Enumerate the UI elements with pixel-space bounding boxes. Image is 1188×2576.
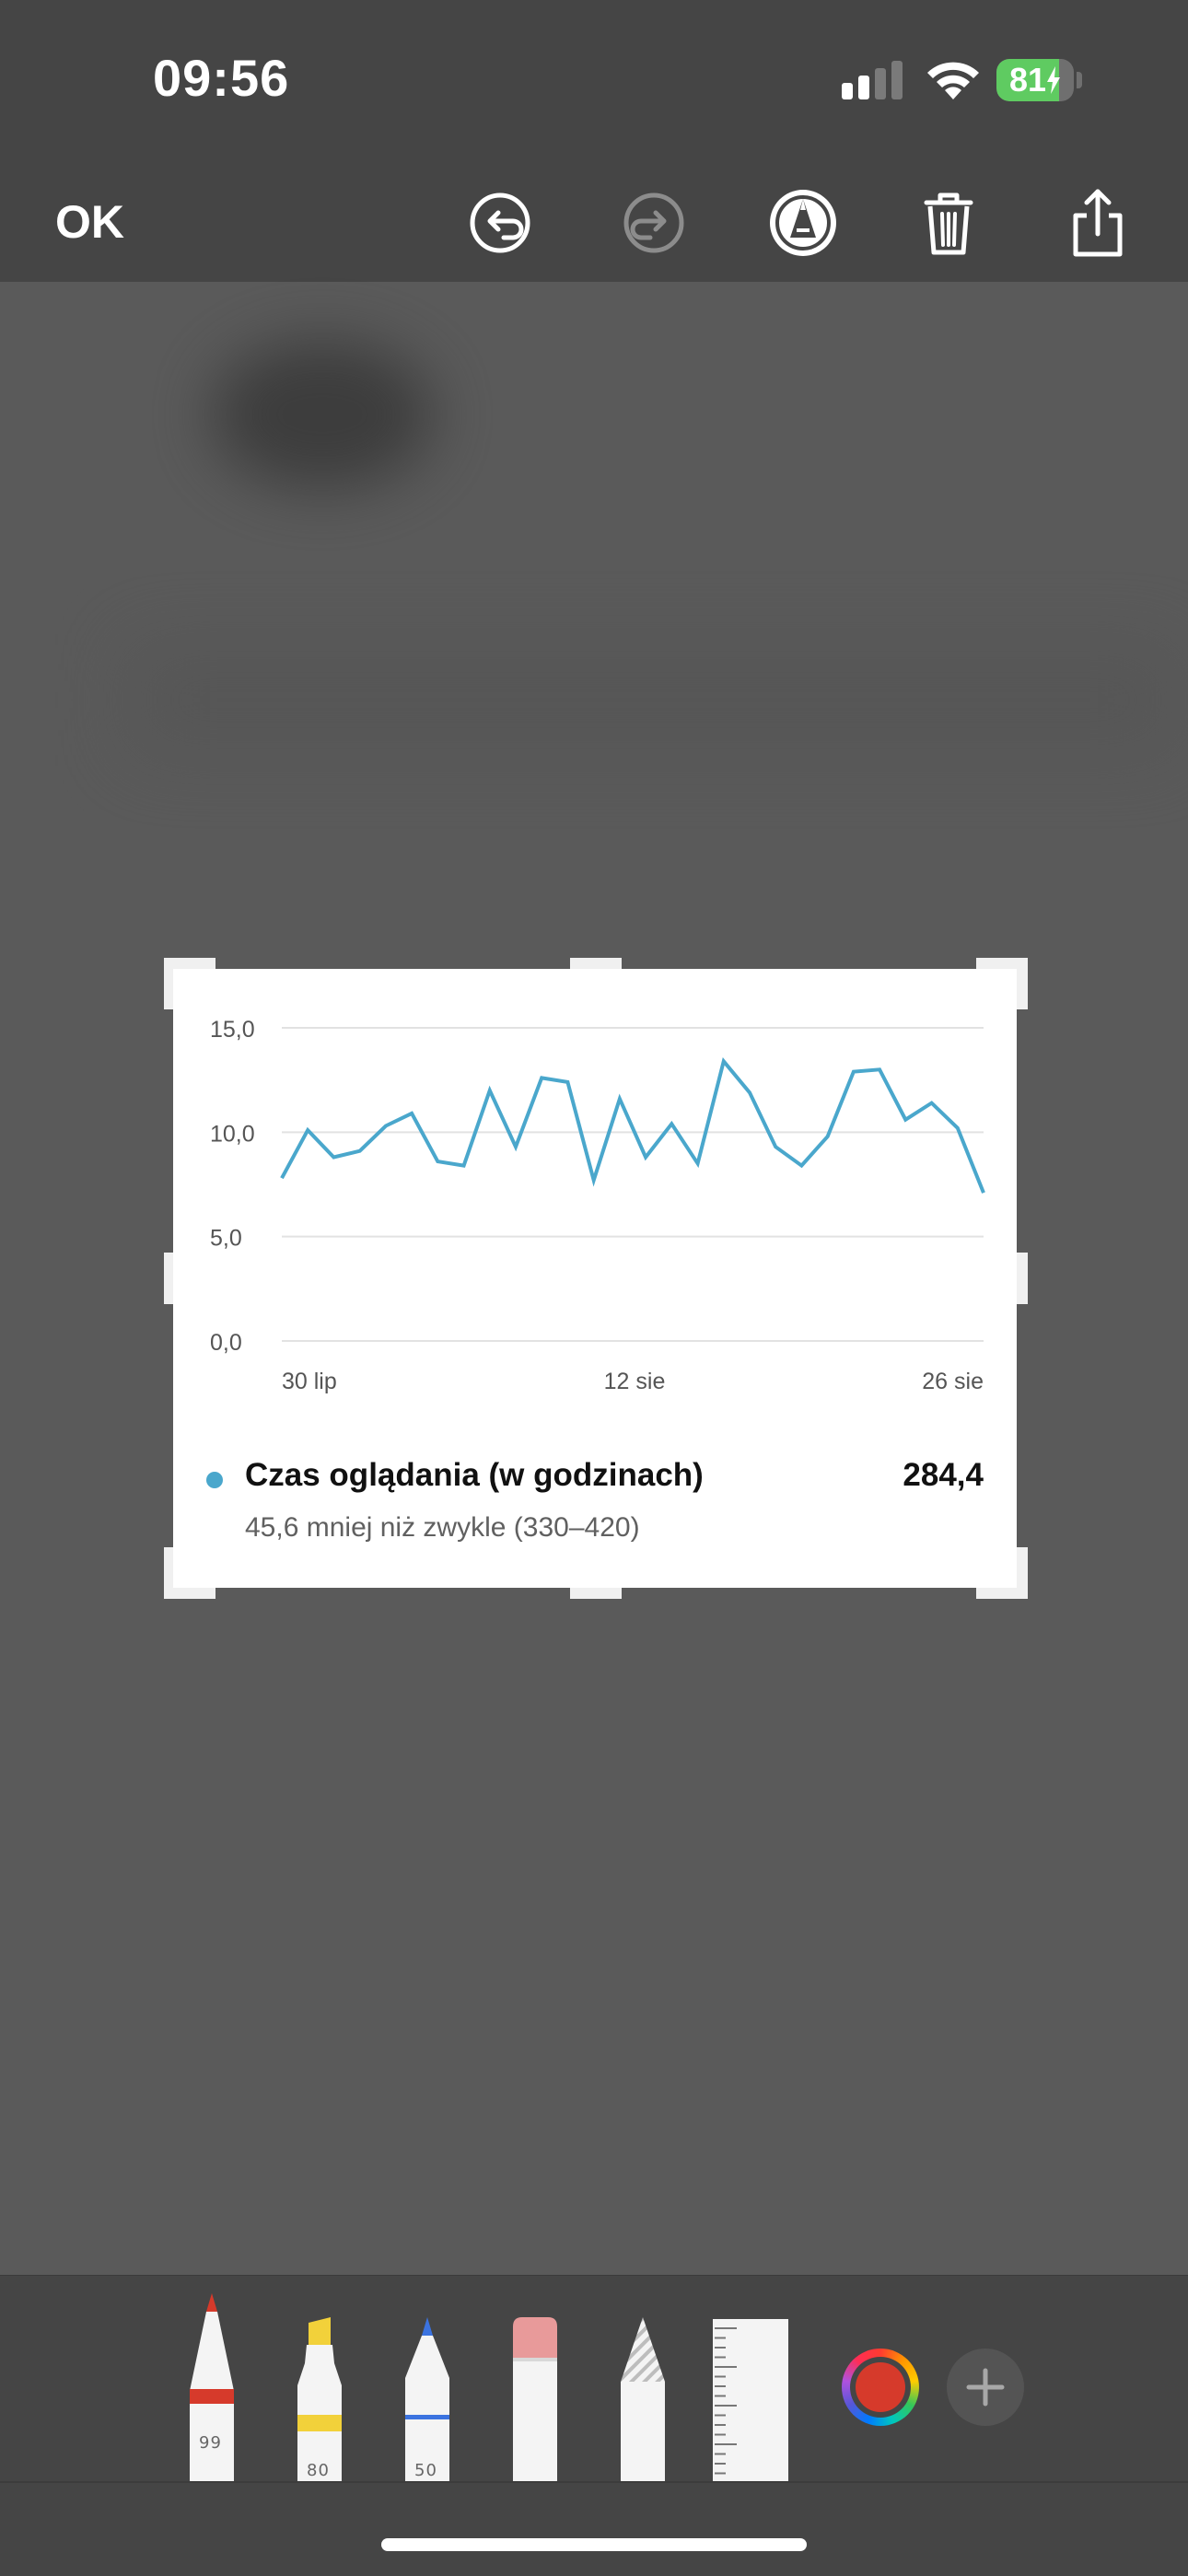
add-button[interactable] — [947, 2349, 1024, 2426]
x-tick-label: 12 sie — [604, 1369, 666, 1394]
ok-button[interactable]: OK — [55, 195, 124, 249]
ruler-tool-icon[interactable] — [713, 2319, 788, 2483]
selected-color-swatch — [856, 2362, 905, 2412]
charging-bolt-icon — [1047, 66, 1061, 94]
blurred-background-shape — [212, 341, 433, 488]
chart-card: 15,0 10,0 5,0 0,0 30 lip 12 sie 26 sie Czas og… — [173, 969, 1017, 1588]
crop-handle-right[interactable] — [1017, 1253, 1028, 1304]
status-time: 09:56 — [153, 49, 290, 107]
series-line — [280, 1056, 985, 1194]
color-picker-button[interactable] — [842, 2349, 919, 2426]
pen-tool-icon[interactable] — [184, 2290, 239, 2483]
blurred-background-band — [129, 645, 1179, 755]
y-tick-label: 0,0 — [210, 1330, 242, 1356]
marker-width-label: 80 — [307, 2461, 330, 2480]
pen-width-label: 99 — [199, 2433, 222, 2453]
markup-pen-icon[interactable] — [766, 186, 840, 260]
marker-tool-icon[interactable] — [292, 2317, 347, 2483]
share-icon[interactable] — [1061, 186, 1135, 260]
pencil-tool-icon[interactable] — [400, 2317, 455, 2483]
y-tick-label: 15,0 — [210, 1017, 255, 1043]
cellular-signal-icon — [842, 61, 903, 99]
wifi-icon — [927, 62, 979, 99]
legend-subtitle: 45,6 mniej niż zwykle (330–420) — [245, 1512, 640, 1543]
redo-icon[interactable] — [617, 186, 691, 260]
battery-percent: 81 — [1008, 61, 1047, 99]
lasso-tool-icon[interactable] — [615, 2317, 670, 2483]
crop-handle-top-right[interactable] — [1017, 958, 1028, 1009]
undo-icon[interactable] — [463, 186, 537, 260]
y-tick-label: 10,0 — [210, 1121, 255, 1147]
palette-divider — [0, 2481, 1188, 2483]
crop-handle-bottom-right[interactable] — [1017, 1547, 1028, 1599]
legend-title: Czas oglądania (w godzinach) — [245, 1457, 704, 1493]
plus-icon — [966, 2368, 1005, 2407]
battery-indicator: 81 — [996, 59, 1074, 101]
eraser-tool-icon[interactable] — [507, 2317, 563, 2483]
crop-handle-bottom[interactable] — [570, 1588, 622, 1599]
y-tick-label: 5,0 — [210, 1226, 242, 1252]
pencil-width-label: 50 — [414, 2461, 437, 2480]
home-indicator — [381, 2538, 807, 2551]
battery-nub — [1077, 72, 1082, 88]
x-tick-label: 30 lip — [282, 1369, 337, 1394]
x-tick-label: 26 sie — [922, 1369, 984, 1394]
line-chart: 15,0 10,0 5,0 0,0 30 lip 12 sie 26 sie — [210, 1017, 985, 1394]
legend-dot — [206, 1472, 223, 1488]
top-bar: 09:56 81 OK — [0, 0, 1188, 282]
trash-icon[interactable] — [912, 186, 985, 260]
legend-value: 284,4 — [903, 1457, 984, 1493]
crop-handle-top[interactable] — [570, 958, 622, 969]
